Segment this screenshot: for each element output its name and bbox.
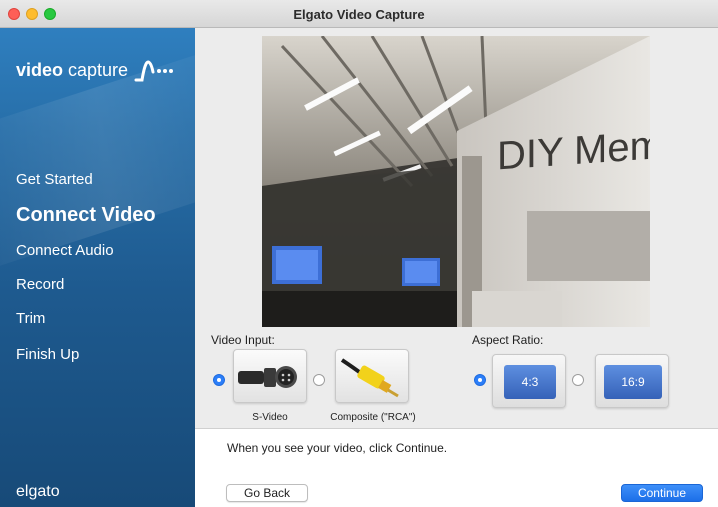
- sidebar-item-connect-video[interactable]: Connect Video: [16, 204, 156, 227]
- footer-bar: When you see your video, click Continue.…: [195, 428, 718, 507]
- sidebar-item-get-started[interactable]: Get Started: [16, 171, 93, 188]
- title-bar: Elgato Video Capture: [0, 0, 718, 28]
- s-video-option-button[interactable]: [233, 349, 307, 403]
- composite-option-button[interactable]: [335, 349, 409, 403]
- instruction-text: When you see your video, click Continue.: [227, 441, 448, 455]
- logo-word-video: video: [16, 59, 64, 80]
- video-input-label: Video Input:: [211, 333, 275, 347]
- main-panel: DIY Memor Video Input: Aspect Ratio: S-V…: [195, 28, 718, 507]
- waveform-logo-icon: [134, 60, 174, 82]
- elgato-brand: elgato: [16, 483, 60, 500]
- video-frame-image: DIY Memor: [262, 36, 650, 327]
- sidebar-item-trim[interactable]: Trim: [16, 310, 45, 327]
- logo-word-capture: capture: [68, 59, 129, 80]
- aspect-ratio-label: Aspect Ratio:: [472, 333, 544, 347]
- aspect-16-9-label: 16:9: [604, 365, 662, 399]
- s-video-connector-icon: [238, 366, 297, 388]
- sidebar-item-record[interactable]: Record: [16, 276, 64, 293]
- sidebar-item-finish-up[interactable]: Finish Up: [16, 346, 79, 363]
- s-video-radio[interactable]: [213, 374, 225, 386]
- sidebar-item-connect-audio[interactable]: Connect Audio: [16, 242, 114, 259]
- aspect-16-9-radio[interactable]: [572, 374, 584, 386]
- composite-caption: Composite ("RCA"): [330, 412, 416, 423]
- aspect-4-3-label: 4:3: [504, 365, 556, 399]
- continue-button[interactable]: Continue: [621, 484, 703, 502]
- rca-connector-icon: [340, 358, 399, 398]
- aspect-4-3-button[interactable]: 4:3: [492, 354, 566, 408]
- window-title: Elgato Video Capture: [293, 7, 425, 22]
- composite-radio[interactable]: [313, 374, 325, 386]
- app-logo: video capture: [16, 58, 176, 82]
- s-video-caption: S-Video: [252, 412, 288, 423]
- video-preview: DIY Memor: [262, 36, 650, 327]
- sidebar: video capture Get Started Connect Video …: [0, 28, 195, 507]
- go-back-button[interactable]: Go Back: [226, 484, 308, 502]
- app-window: Elgato Video Capture video capture Get S…: [0, 0, 718, 507]
- aspect-4-3-radio[interactable]: [474, 374, 486, 386]
- aspect-16-9-button[interactable]: 16:9: [595, 354, 669, 408]
